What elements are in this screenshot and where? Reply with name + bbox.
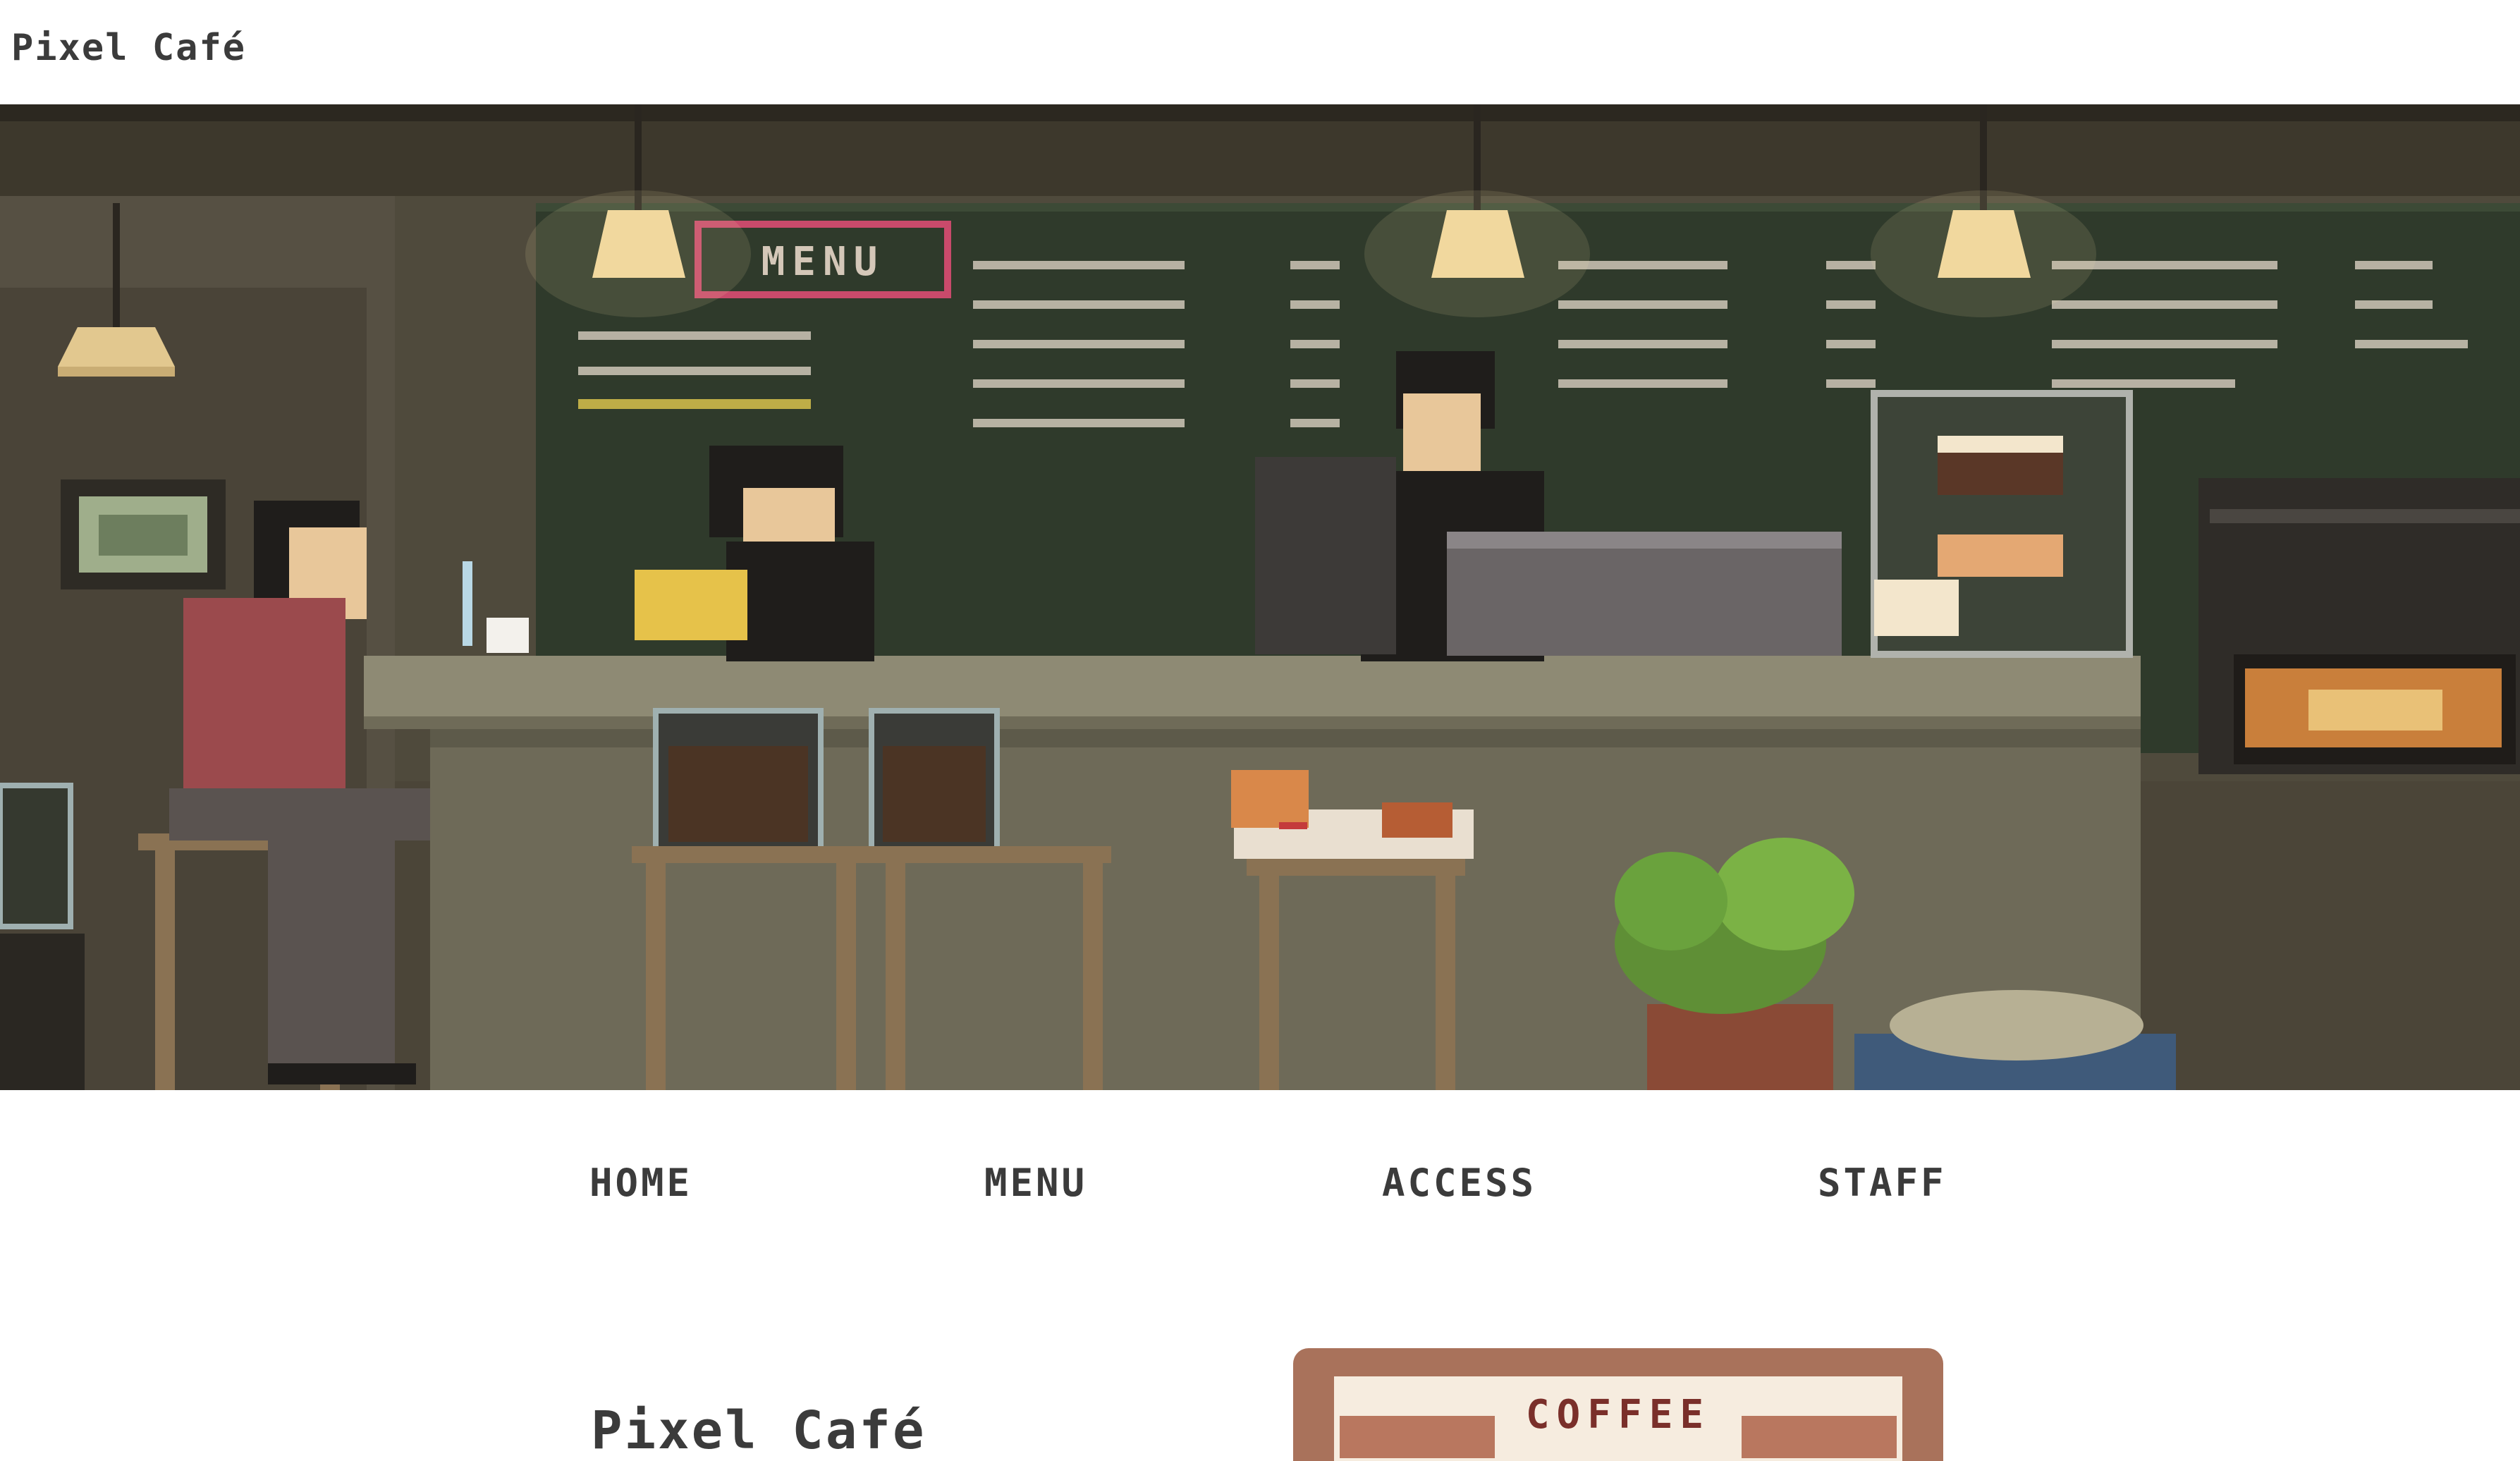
espresso-machine	[1447, 532, 1842, 656]
main-content: Pixel Café COFFEE	[0, 1245, 2520, 1461]
pastry-case	[1871, 390, 2133, 658]
nav-home[interactable]: HOME	[589, 1161, 692, 1205]
coffee-promo-sign: COFFEE	[1293, 1348, 1943, 1461]
oven	[2198, 478, 2520, 774]
nav-staff[interactable]: STAFF	[1818, 1161, 1947, 1205]
site-brand[interactable]: Pixel Café	[11, 27, 246, 69]
terrarium	[0, 783, 73, 929]
section-title: Pixel Café	[591, 1400, 926, 1461]
hero-banner: MENU	[0, 104, 2520, 1090]
cafe-illustration: MENU	[0, 104, 2520, 1090]
nav-access[interactable]: ACCESS	[1382, 1161, 1536, 1205]
top-bar: Pixel Café	[0, 0, 2520, 104]
promo-band-left	[1340, 1416, 1495, 1458]
coffee-grinder	[1255, 457, 1396, 654]
main-nav: HOME MENU ACCESS STAFF	[0, 1090, 2520, 1245]
nav-menu[interactable]: MENU	[984, 1161, 1087, 1205]
counter-top	[364, 656, 2141, 723]
potted-plant	[1615, 838, 1854, 1090]
promo-band-right	[1742, 1416, 1897, 1458]
chalkboard-title: MENU	[761, 239, 885, 285]
